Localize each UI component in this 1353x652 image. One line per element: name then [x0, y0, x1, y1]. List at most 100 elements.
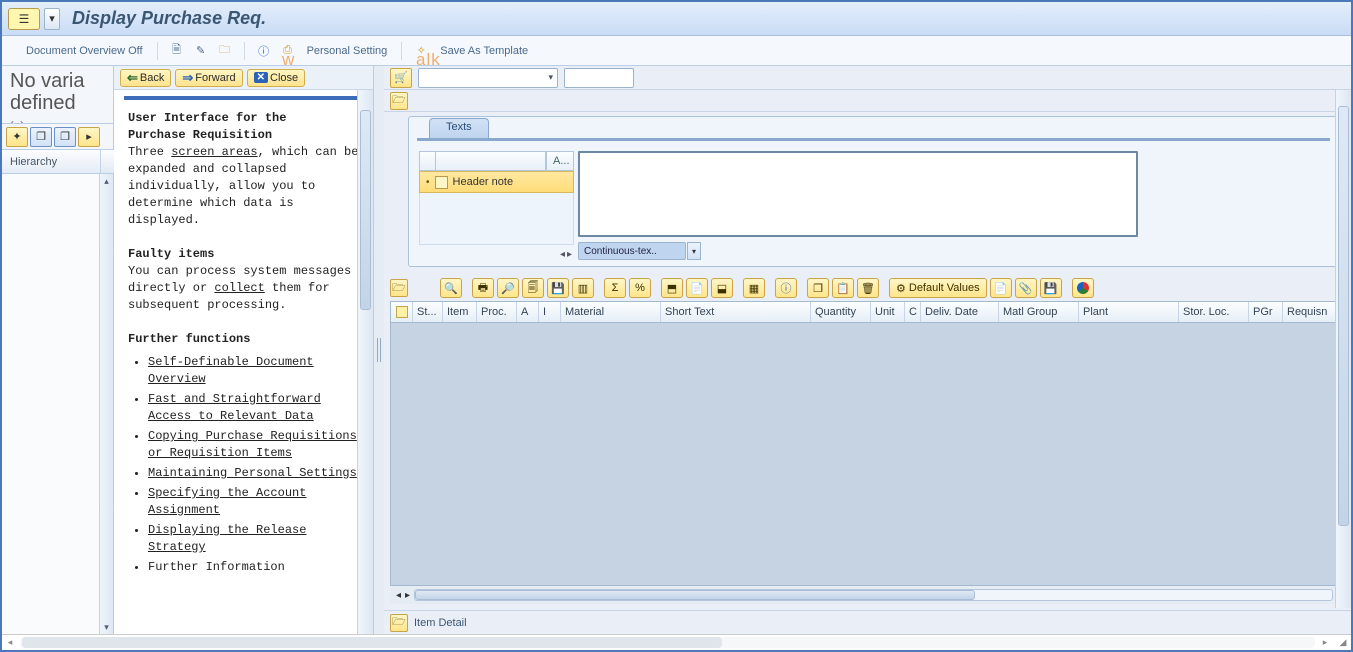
help-close-button[interactable]: ✕Close: [247, 69, 306, 87]
alv-attach-icon[interactable]: 📎: [1015, 278, 1037, 298]
text-format-caret[interactable]: ▾: [687, 242, 701, 260]
col-st[interactable]: St...: [413, 302, 443, 322]
col-qty[interactable]: Quantity: [811, 302, 871, 322]
menu-dropdown[interactable]: ▾: [44, 8, 60, 30]
grid-body[interactable]: [390, 323, 1339, 586]
alv-save-icon[interactable]: 💾: [547, 278, 569, 298]
no-variant-line2: defined: [10, 92, 107, 114]
alv-find-icon[interactable]: 🔎: [497, 278, 519, 298]
nv-more-icon[interactable]: ▸: [78, 127, 100, 147]
header-collapse-button[interactable]: 🗁: [390, 92, 408, 110]
alv-chart-icon[interactable]: [1072, 278, 1094, 298]
col-deliv[interactable]: Deliv. Date: [921, 302, 999, 322]
hierarchy-tab[interactable]: Hierarchy: [2, 150, 113, 174]
page-hscroll[interactable]: [20, 637, 1315, 648]
splitter-handle[interactable]: [374, 66, 384, 634]
col-reqn[interactable]: Requisn: [1283, 302, 1338, 322]
change-icon[interactable]: ✎: [192, 42, 210, 60]
page-resize-icon[interactable]: ◢: [1335, 635, 1351, 650]
col-material[interactable]: Material: [561, 302, 661, 322]
col-pgr[interactable]: PGr: [1249, 302, 1283, 322]
item-detail-label: Item Detail: [414, 617, 467, 629]
nv-scrollbar[interactable]: ▴ ▾: [99, 174, 113, 634]
alv-export-icon[interactable]: ⬒: [661, 278, 683, 298]
page-hscroll-left[interactable]: ◂: [2, 635, 18, 650]
print-preview-icon[interactable]: ⎙: [279, 42, 297, 60]
col-stor[interactable]: Stor. Loc.: [1179, 302, 1249, 322]
help-link-fast-access[interactable]: Fast and Straightforward Access to Relev…: [148, 392, 321, 423]
help-link-personal-settings[interactable]: Maintaining Personal Settings: [148, 466, 357, 480]
col-matgrp[interactable]: Matl Group: [999, 302, 1079, 322]
help-link-account-assignment[interactable]: Specifying the Account Assignment: [148, 486, 306, 517]
col-i[interactable]: I: [539, 302, 561, 322]
alv-info-icon[interactable]: ⓘ: [775, 278, 797, 298]
doc-type-select[interactable]: ▾: [418, 68, 558, 88]
alv-text-icon[interactable]: 📄: [990, 278, 1012, 298]
header-note-item[interactable]: • Header note: [419, 171, 574, 193]
tree-right-icon[interactable]: ▸: [567, 249, 572, 260]
alv-excel-icon[interactable]: 📄: [686, 278, 708, 298]
no-variant-line1: No varia: [10, 70, 107, 92]
item-overview-collapse-button[interactable]: 🗁: [390, 279, 408, 297]
check-icon[interactable]: ⓘ: [255, 42, 273, 60]
save-template-icon[interactable]: ✧: [412, 42, 430, 60]
status-icon: [396, 306, 408, 318]
help-scrollbar[interactable]: [357, 90, 373, 634]
alv-paste-icon[interactable]: 📋: [832, 278, 854, 298]
alv-subtot-icon[interactable]: %: [629, 278, 651, 298]
alv-copy-icon[interactable]: ❐: [807, 278, 829, 298]
alv-local-icon[interactable]: ⬓: [711, 278, 733, 298]
alv-filter-icon[interactable]: ▥: [572, 278, 594, 298]
help-link-copying[interactable]: Copying Purchase Requisitions or Requisi…: [148, 429, 357, 460]
help-forward-button[interactable]: ⇒Forward: [175, 69, 242, 87]
tab-texts[interactable]: Texts: [429, 118, 489, 138]
alv-savevar-icon[interactable]: 💾: [1040, 278, 1062, 298]
alv-default-values-button[interactable]: ⚙ Default Values: [889, 278, 987, 298]
col-unit[interactable]: Unit: [871, 302, 905, 322]
other-pr-icon[interactable]: 🗀: [216, 42, 234, 60]
grid-hscroll-left[interactable]: ◂: [396, 590, 401, 601]
doc-overview-off-button[interactable]: Document Overview Off: [22, 42, 147, 60]
tree-left-icon[interactable]: ◂: [560, 249, 565, 260]
help-link-release-strategy[interactable]: Displaying the Release Strategy: [148, 523, 306, 554]
alv-print-icon[interactable]: 🖶: [472, 278, 494, 298]
col-item[interactable]: Item: [443, 302, 477, 322]
help-back-button[interactable]: ⇐Back: [120, 69, 171, 87]
alv-layout-icon[interactable]: ▦: [743, 278, 765, 298]
nv-left-icon[interactable]: ‹: [10, 116, 14, 124]
long-text-editor[interactable]: [578, 151, 1138, 237]
grid-hscroll[interactable]: [414, 589, 1333, 601]
item-detail-collapse-button[interactable]: 🗁: [390, 614, 408, 632]
nv-wand-icon[interactable]: ✦: [6, 127, 28, 147]
nv-right-icon[interactable]: ›: [20, 116, 24, 124]
grid-hscroll-right[interactable]: ▸: [405, 590, 410, 601]
help-link-further-info[interactable]: Further Information: [148, 560, 285, 574]
nv-copy-icon[interactable]: ❐: [30, 127, 52, 147]
col-c[interactable]: C: [905, 302, 921, 322]
nv-copy2-icon[interactable]: ❐: [54, 127, 76, 147]
col-plant[interactable]: Plant: [1079, 302, 1179, 322]
alv-sum-icon[interactable]: Σ: [604, 278, 626, 298]
col-proc[interactable]: Proc.: [477, 302, 517, 322]
help-text-area: User Interface for the Purchase Requisit…: [114, 106, 373, 634]
main-scrollbar[interactable]: [1335, 90, 1351, 608]
alv-delete-icon[interactable]: 🗑: [857, 278, 879, 298]
menu-icon[interactable]: ☰: [8, 8, 40, 30]
tree-col-blank: [435, 151, 546, 171]
help-link-doc-overview[interactable]: Self-Definable Document Overview: [148, 355, 314, 386]
no-variant-box: No varia defined ‹ ›: [2, 66, 113, 124]
save-as-template-button[interactable]: Save As Template: [436, 42, 532, 60]
personal-setting-button[interactable]: Personal Setting: [303, 42, 392, 60]
page-title: Display Purchase Req.: [72, 8, 266, 29]
create-icon[interactable]: 🗎: [168, 42, 186, 60]
col-short[interactable]: Short Text: [661, 302, 811, 322]
app-toolbar: Document Overview Off 🗎 ✎ 🗀 ⓘ ⎙ Personal…: [2, 36, 1351, 66]
text-format-select[interactable]: Continuous-tex..: [578, 242, 686, 260]
doc-type-icon[interactable]: 🛒: [390, 68, 412, 88]
col-a[interactable]: A: [517, 302, 539, 322]
page-hscroll-right[interactable]: ▸: [1317, 635, 1333, 650]
tree-col-a: A...: [546, 151, 574, 171]
alv-findnext-icon[interactable]: 🗐: [522, 278, 544, 298]
pr-number-input[interactable]: [564, 68, 634, 88]
alv-details-icon[interactable]: 🔍: [440, 278, 462, 298]
